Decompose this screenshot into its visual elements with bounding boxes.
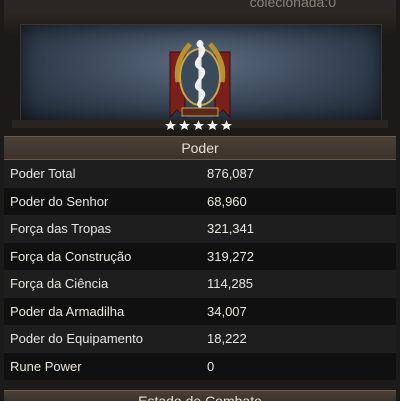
stat-row-rune-power: Rune Power 0 <box>4 352 396 380</box>
stat-row-total-power: Poder Total 876,087 <box>4 160 396 188</box>
stat-value: 18,222 <box>207 331 247 346</box>
stat-value: 319,272 <box>207 248 254 264</box>
stat-label: Poder do Senhor <box>10 193 109 209</box>
stat-label: Poder da Armadilha <box>10 303 125 319</box>
serpent-staff-emblem-icon[interactable] <box>150 22 250 132</box>
stat-value: 114,285 <box>207 276 254 291</box>
combat-section-header[interactable]: Estado de Combate <box>4 390 396 401</box>
power-stats-list: Poder Total 876,087 Poder do Senhor 68,9… <box>4 160 396 380</box>
player-profile-screen: colecionada:0 Poder Poder Total 876,087 … <box>0 0 400 401</box>
collected-count-text: colecionada:0 <box>249 0 336 10</box>
rank-stars <box>165 120 232 130</box>
stat-value: 34,007 <box>207 303 247 319</box>
stat-label: Força da Ciência <box>10 276 109 291</box>
stat-row-trap-power: Poder da Armadilha 34,007 <box>4 297 396 325</box>
stat-row-equipment-power: Poder do Equipamento 18,222 <box>4 325 396 353</box>
stat-label: Força das Tropas <box>10 221 112 236</box>
stat-value: 321,341 <box>207 221 254 236</box>
stat-value: 876,087 <box>207 166 254 181</box>
stat-row-science-power: Força da Ciência 114,285 <box>4 270 396 298</box>
stat-row-lord-power: Poder do Senhor 68,960 <box>4 187 396 215</box>
stat-label: Rune Power <box>10 358 82 374</box>
stat-label: Poder Total <box>10 166 76 181</box>
stat-row-building-power: Força da Construção 319,272 <box>4 242 396 270</box>
stat-value: 0 <box>207 358 215 374</box>
stat-label: Poder do Equipamento <box>10 331 143 346</box>
power-section-header: Poder <box>4 136 396 160</box>
stat-value: 68,960 <box>207 193 247 209</box>
stat-label: Força da Construção <box>10 248 132 264</box>
stat-row-troop-power: Força das Tropas 321,341 <box>4 215 396 243</box>
